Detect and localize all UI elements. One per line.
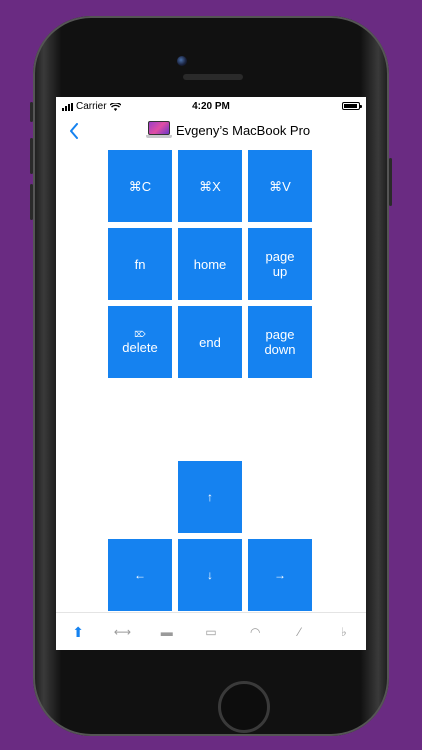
macbook-icon [146,121,172,139]
end-key[interactable]: end [178,306,242,378]
delete-key[interactable]: ⌦ delete [108,306,172,378]
tab-swipe[interactable]: ⟷ [100,613,144,650]
back-button[interactable] [64,119,84,143]
status-time: 4:20 PM [192,101,230,112]
arrow-up-icon: ⬆ [72,623,84,640]
arrow-left-icon: ← [134,567,146,582]
arrow-right-key[interactable]: → [248,539,312,611]
media-icon: ▭ [205,625,217,639]
tab-music[interactable]: ♭ [322,613,366,650]
status-bar: Carrier 4:20 PM [56,97,366,117]
arrow-up-icon: ↑ [207,489,213,504]
tab-keyboard[interactable]: ▬ [145,613,189,650]
music-icon: ♭ [340,625,347,639]
gauge-icon: ◠ [250,625,261,639]
app-screen: Carrier 4:20 PM Evgeny’s MacBook Pro ⌘C … [56,97,366,650]
tools-icon: ⁄ [298,625,301,639]
tab-bar: ⬆ ⟷ ▬ ▭ ◠ ⁄ ♭ [56,612,366,650]
page-up-key[interactable]: page up [248,228,312,300]
volume-up-button [30,138,33,174]
device-name: Evgeny’s MacBook Pro [176,122,311,138]
page-down-key[interactable]: page down [248,306,312,378]
volume-down-button [30,184,33,220]
tab-tools[interactable]: ⁄ [277,613,321,650]
paste-key[interactable]: ⌘V [248,150,312,222]
home-button[interactable] [218,681,270,733]
arrow-down-key[interactable]: ↓ [178,539,242,611]
mute-switch [30,102,33,122]
arrow-left-key[interactable]: ← [108,539,172,611]
arrow-down-icon: ↓ [207,567,213,582]
arrow-right-icon: → [274,567,286,582]
forward-delete-icon: ⌦ [134,329,146,339]
fn-key[interactable]: fn [108,228,172,300]
earpiece-speaker [183,74,243,80]
nav-title: Evgeny’s MacBook Pro [146,121,310,139]
tab-gauge[interactable]: ◠ [233,613,277,650]
arrow-up-key[interactable]: ↑ [178,461,242,533]
cut-key[interactable]: ⌘X [178,150,242,222]
battery-icon [342,102,362,110]
home-key[interactable]: home [178,228,242,300]
swipe-icon: ⟷ [113,625,132,639]
power-button [389,158,392,206]
front-camera [177,56,187,66]
tab-media[interactable]: ▭ [189,613,233,650]
tab-arrow-keys[interactable]: ⬆ [56,613,100,650]
keyboard-icon: ▬ [160,625,173,639]
chevron-left-icon [70,123,78,139]
copy-key[interactable]: ⌘C [108,150,172,222]
navigation-bar: Evgeny’s MacBook Pro [56,117,366,147]
